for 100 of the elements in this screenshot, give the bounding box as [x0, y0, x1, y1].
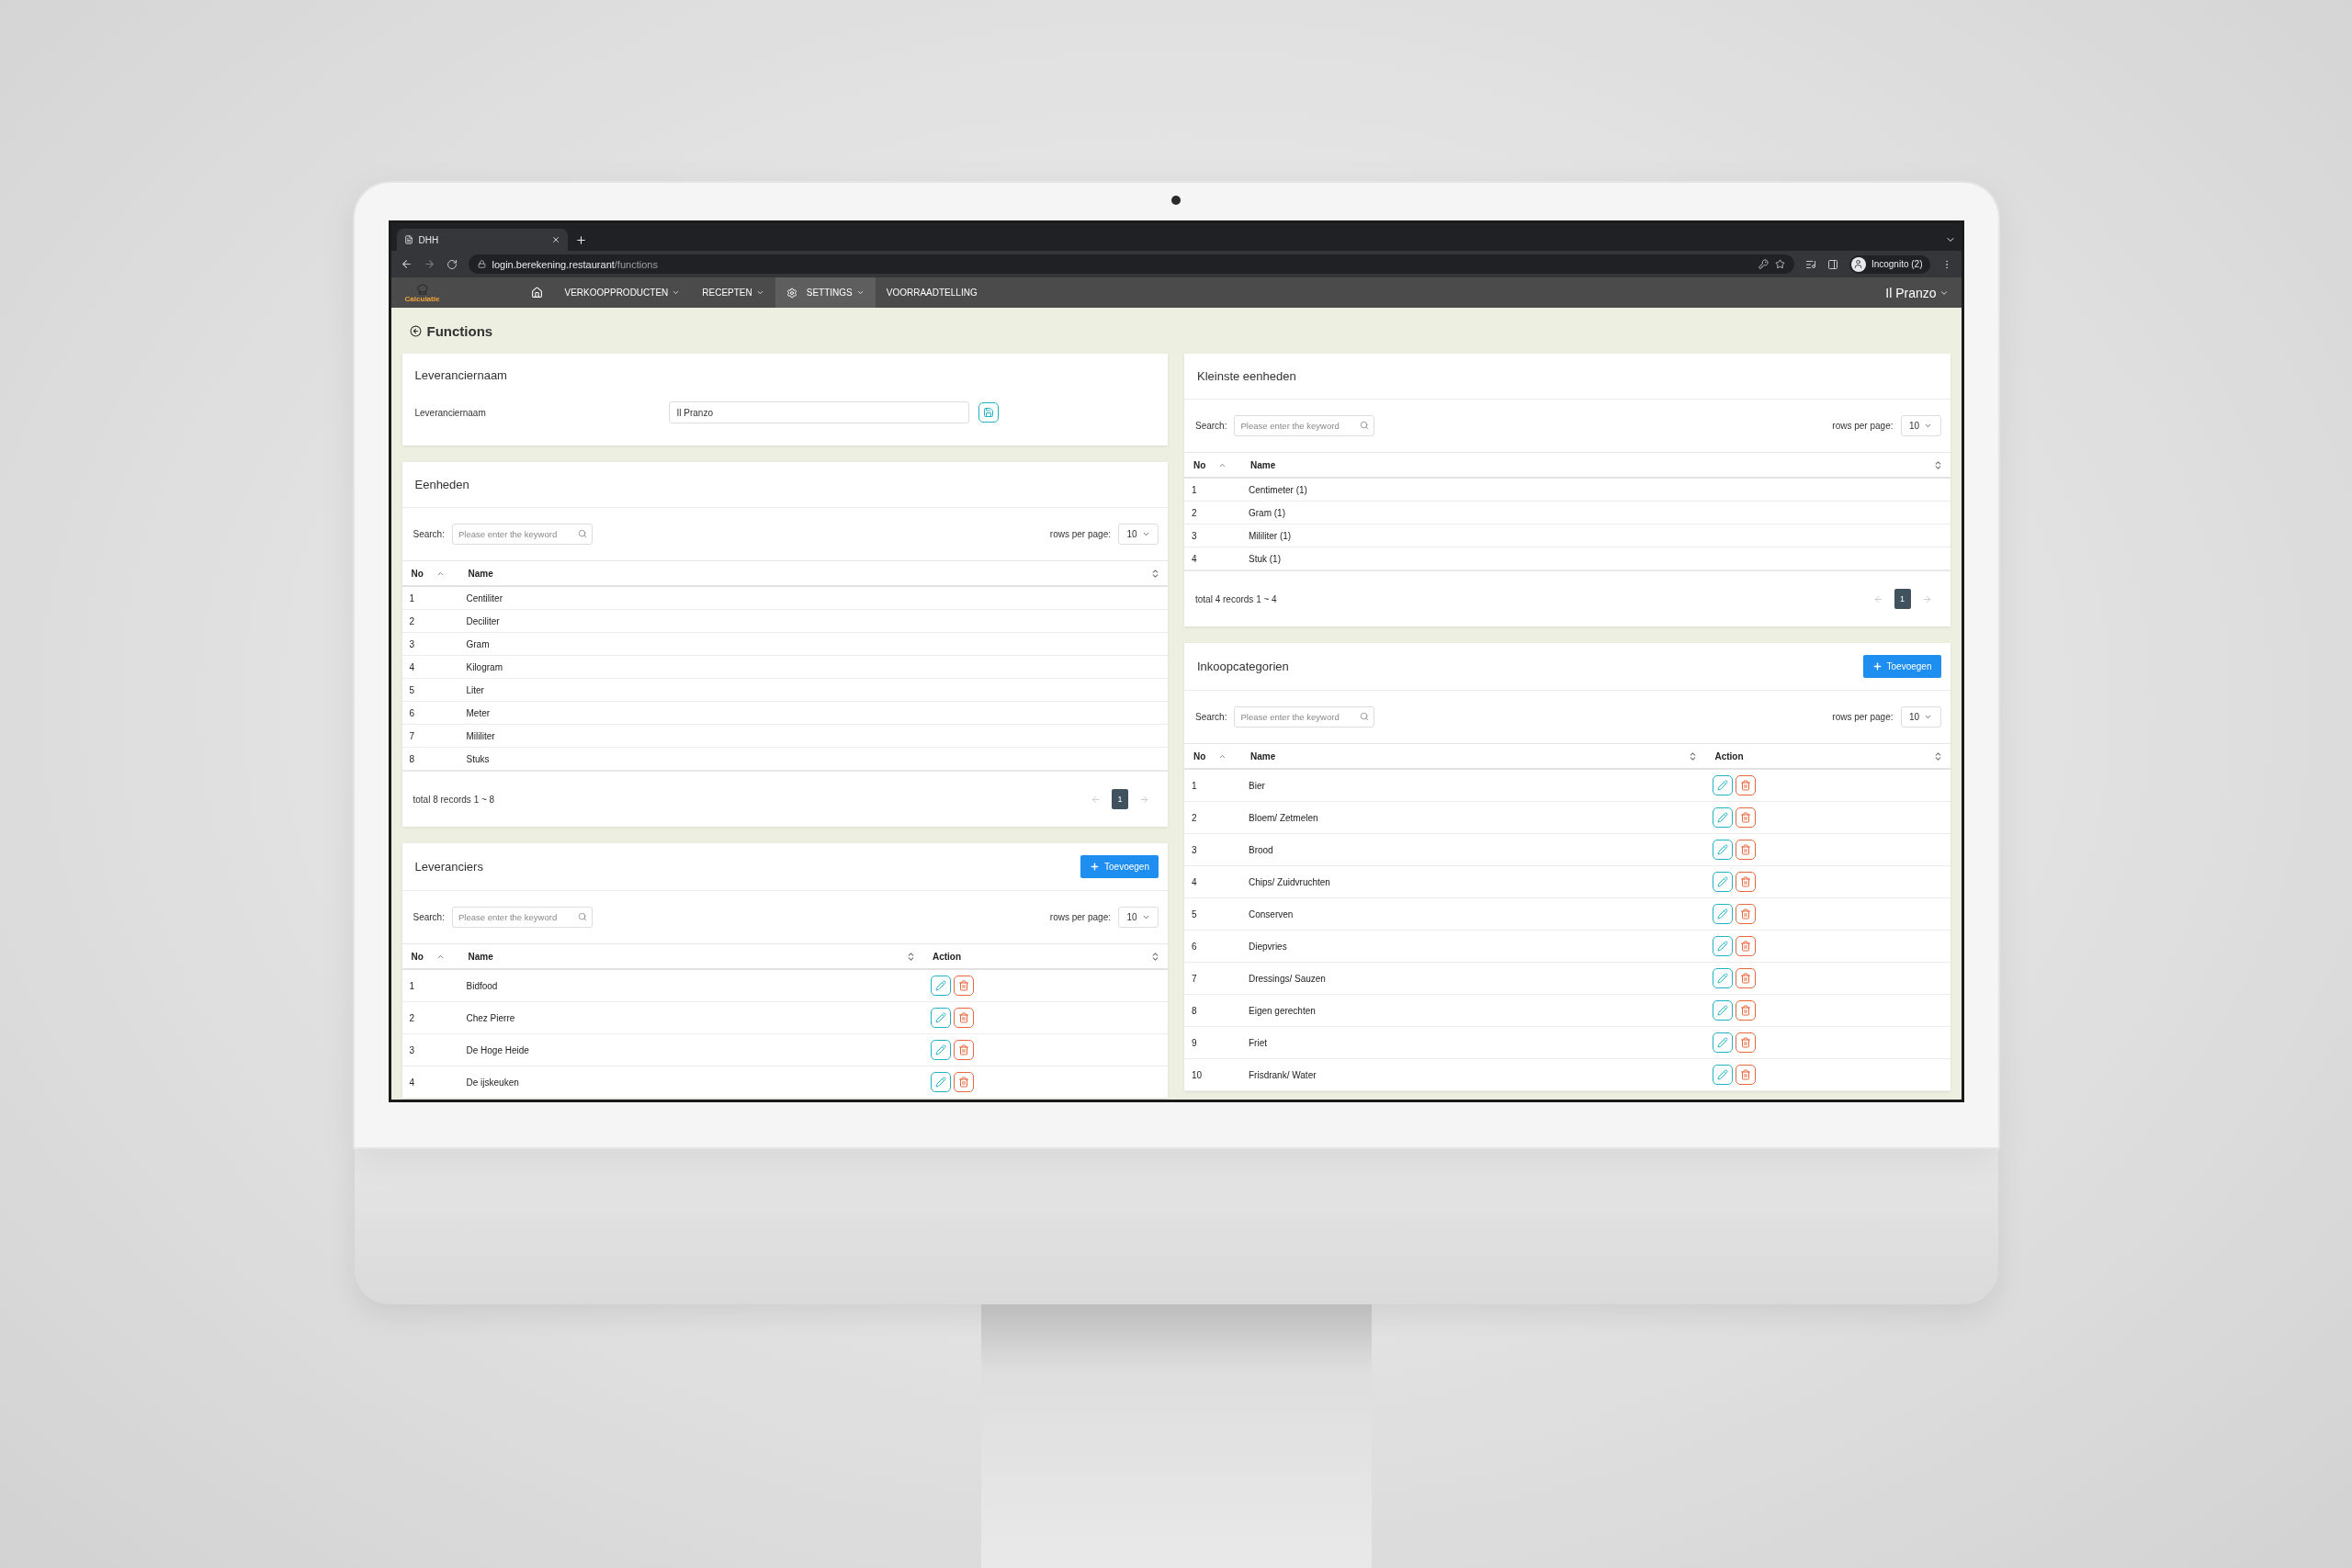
star-icon[interactable] [1774, 259, 1785, 269]
name-cell: Chips/ Zuidvruchten [1249, 876, 1330, 887]
search-label: Search: [413, 912, 445, 922]
search-field[interactable]: Please enter the keyword [451, 907, 593, 928]
edit-button[interactable] [1713, 807, 1734, 828]
back-icon[interactable] [409, 324, 422, 337]
edit-button[interactable] [1713, 936, 1734, 956]
delete-button[interactable] [953, 1072, 974, 1092]
edit-button[interactable] [1713, 872, 1734, 892]
column-header[interactable]: No [1193, 459, 1206, 470]
panel-title: Leveranciers [414, 860, 483, 874]
delete-button[interactable] [953, 976, 974, 996]
nav-menu-item[interactable]: VOORRAADTELLING [875, 277, 989, 308]
delete-button[interactable] [1736, 840, 1757, 860]
nav-menu-item[interactable]: SETTINGS [775, 277, 876, 308]
nav-menu-item[interactable]: RECEPTEN [691, 277, 775, 308]
delete-button[interactable] [1736, 904, 1757, 924]
edit-button[interactable] [930, 1072, 951, 1092]
edit-button[interactable] [1713, 840, 1734, 860]
pencil-icon [1717, 780, 1729, 791]
delete-button[interactable] [1736, 775, 1757, 795]
column-header[interactable]: Name [1250, 750, 1276, 761]
row-number: 1 [409, 592, 415, 604]
reload-icon[interactable] [446, 258, 458, 270]
edit-button[interactable] [1713, 1032, 1734, 1053]
edit-button[interactable] [930, 976, 951, 996]
delete-button[interactable] [953, 1008, 974, 1028]
sort-icon[interactable] [1150, 568, 1160, 579]
browser-tab[interactable]: DHH [396, 229, 568, 251]
plus-icon [1090, 862, 1101, 872]
rows-per-page-select[interactable]: 10 [1118, 524, 1159, 545]
address-bar[interactable]: login.berekening.restaurant/functions [468, 254, 1794, 274]
edit-button[interactable] [1713, 1000, 1734, 1021]
app-logo[interactable]: Calculatie [398, 277, 447, 308]
delete-button[interactable] [1736, 936, 1757, 956]
supplier-name-field[interactable]: Il Pranzo [668, 401, 969, 423]
side-panel-icon[interactable] [1826, 258, 1838, 270]
rows-per-page-label: rows per page: [1832, 421, 1894, 431]
row-number: 3 [1192, 530, 1197, 541]
name-cell: Meter [466, 707, 491, 718]
forward-icon[interactable] [423, 258, 435, 270]
pencil-icon [1717, 812, 1729, 823]
tab-title: DHH [418, 234, 439, 245]
search-icon [1360, 712, 1370, 721]
nav-menu-item[interactable]: VERKOOPPRODUCTEN [553, 277, 692, 308]
delete-button[interactable] [1736, 1000, 1757, 1021]
edit-button[interactable] [1713, 904, 1734, 924]
edit-button[interactable] [1713, 968, 1734, 988]
search-field[interactable]: Please enter the keyword [451, 524, 593, 545]
queue-icon[interactable] [1804, 258, 1816, 270]
delete-button[interactable] [1736, 872, 1757, 892]
search-field[interactable]: Please enter the keyword [1234, 706, 1375, 728]
row-number: 4 [409, 661, 415, 672]
name-cell: Eigen gerechten [1249, 1005, 1316, 1016]
column-header[interactable]: No [411, 568, 424, 579]
delete-button[interactable] [953, 1040, 974, 1060]
rows-per-page-select[interactable]: 10 [1900, 415, 1941, 436]
new-tab-icon[interactable] [574, 234, 587, 246]
search-label: Search: [1195, 421, 1227, 431]
rows-per-page-select[interactable]: 10 [1900, 706, 1941, 728]
key-icon[interactable] [1758, 259, 1769, 269]
trash-icon [1740, 780, 1752, 791]
pencil-icon [1717, 1005, 1729, 1016]
trash-icon [1740, 941, 1752, 952]
name-cell: Chez Pierre [466, 1012, 515, 1023]
column-header[interactable]: No [411, 951, 424, 962]
column-header[interactable]: Action [1714, 750, 1744, 761]
close-icon[interactable] [550, 235, 560, 244]
delete-button[interactable] [1736, 1032, 1757, 1053]
chevron-icon [1141, 913, 1150, 921]
save-button[interactable] [978, 402, 999, 423]
name-cell: Brood [1249, 844, 1273, 855]
rows-per-page-select[interactable]: 10 [1118, 907, 1159, 928]
delete-button[interactable] [1736, 807, 1757, 828]
row-number: 5 [409, 684, 415, 695]
column-header[interactable]: Name [1250, 459, 1276, 470]
row-number: 4 [409, 1077, 415, 1088]
edit-button[interactable] [1713, 1065, 1734, 1085]
profile-button[interactable]: Incognito (2) [1849, 254, 1930, 274]
delete-button[interactable] [1736, 968, 1757, 988]
edit-button[interactable] [930, 1008, 951, 1028]
page-button[interactable]: 1 [1112, 789, 1128, 809]
sort-icon[interactable] [1150, 951, 1160, 962]
search-icon [577, 912, 587, 921]
incognito-icon [1853, 259, 1864, 269]
column-header[interactable]: No [1193, 750, 1206, 761]
page-button[interactable]: 1 [1894, 589, 1911, 609]
edit-button[interactable] [930, 1040, 951, 1060]
pencil-icon [1717, 844, 1729, 855]
row-number: 2 [1192, 507, 1197, 518]
column-header[interactable]: Name [468, 568, 493, 579]
pencil-icon [1717, 908, 1729, 919]
back-icon[interactable] [400, 258, 413, 270]
panel-title: Eenheden [414, 478, 469, 491]
column-header[interactable]: Name [468, 951, 493, 962]
edit-button[interactable] [1713, 775, 1734, 795]
search-field[interactable]: Please enter the keyword [1234, 415, 1375, 436]
column-header[interactable]: Action [932, 951, 962, 962]
user-menu[interactable]: Il Pranzo [1885, 277, 1949, 308]
delete-button[interactable] [1736, 1065, 1757, 1085]
